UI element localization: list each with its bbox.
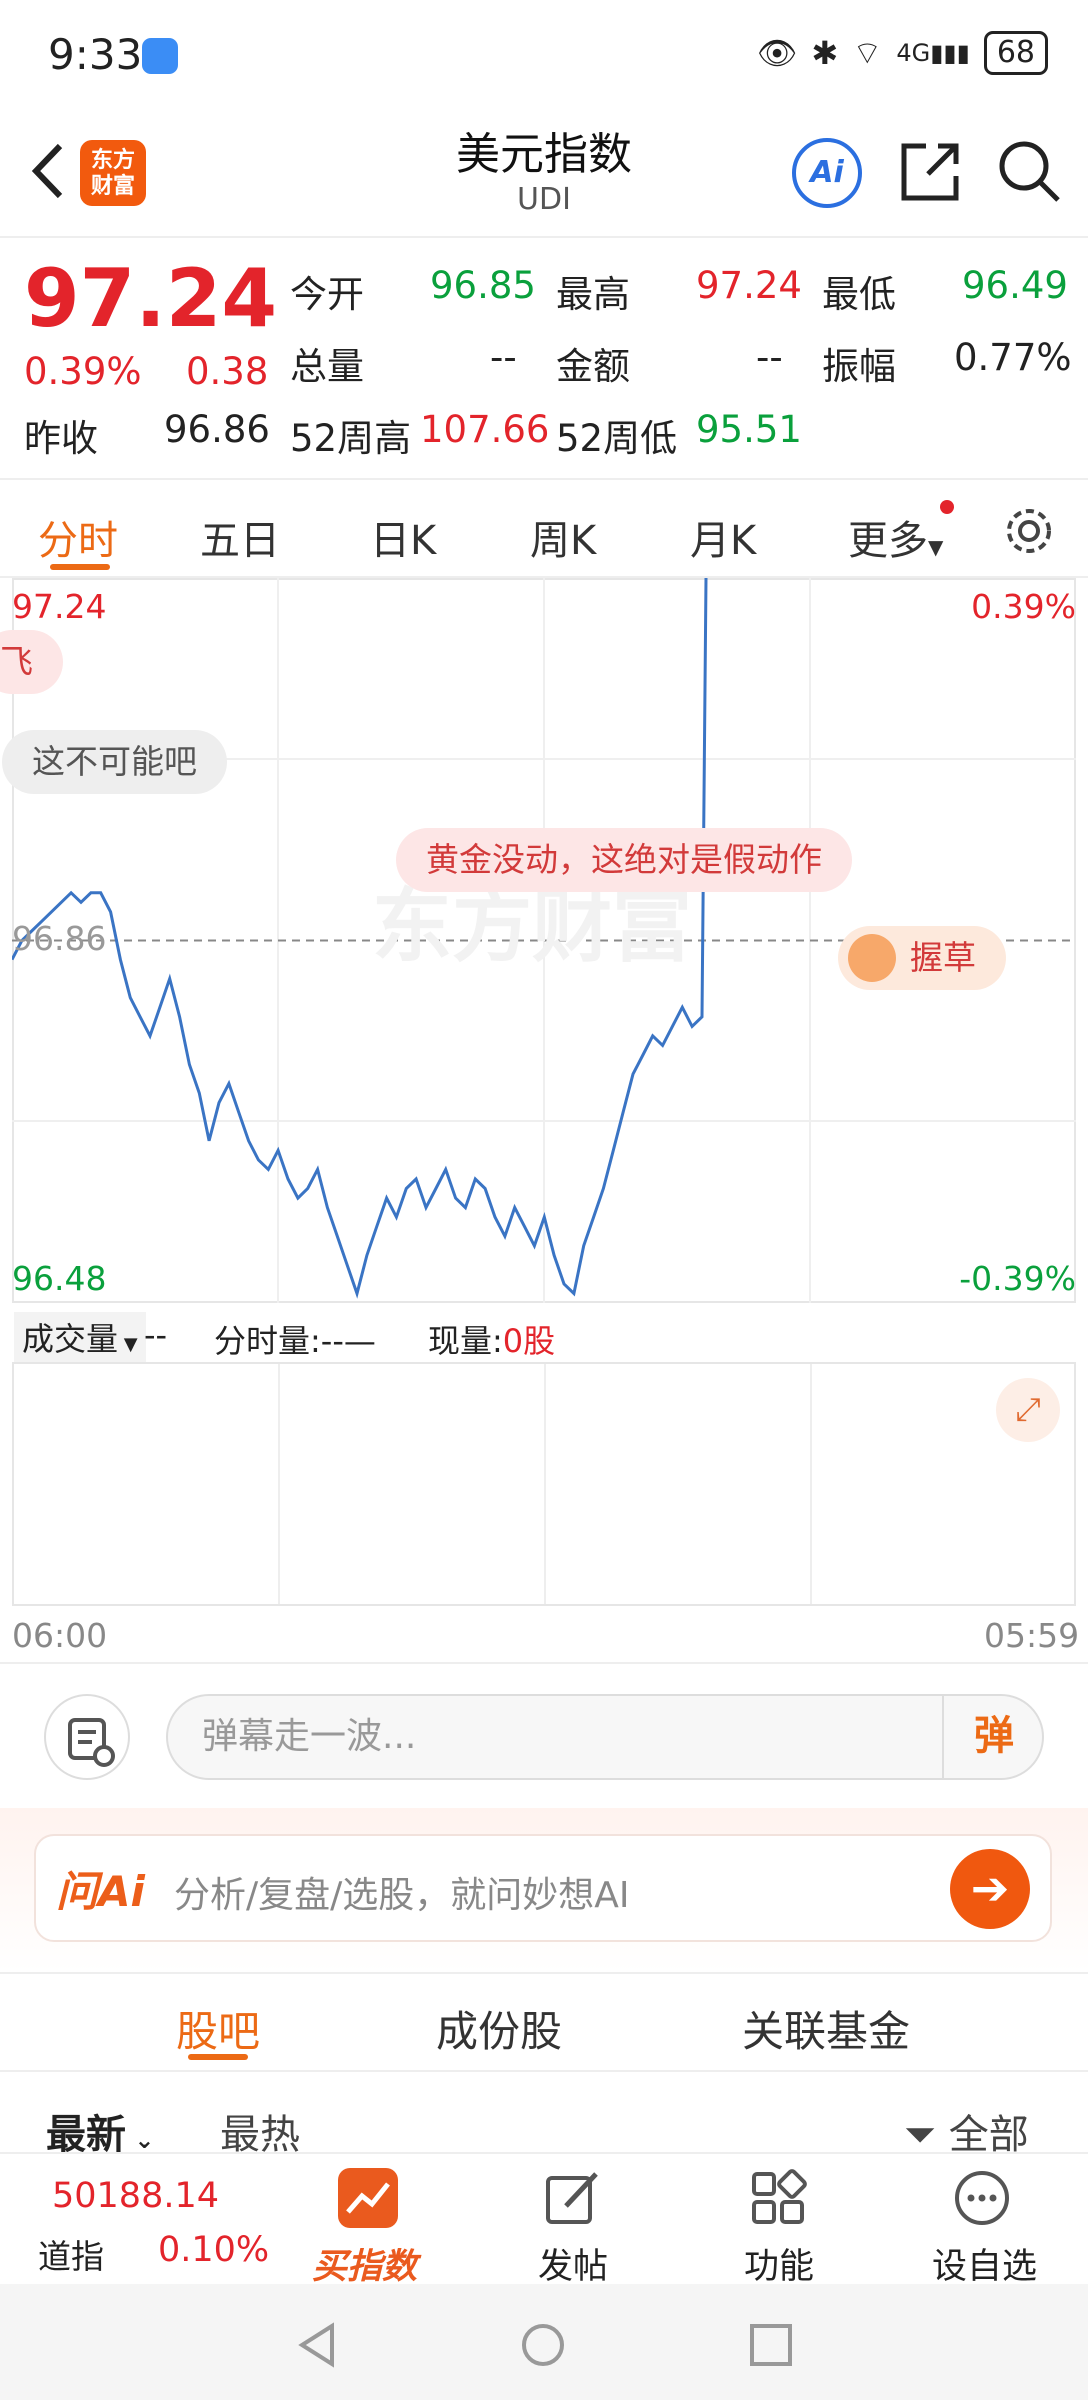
y-mid-label: 96.86 [12,919,106,958]
system-nav-bar [0,2284,1088,2400]
tab-related-funds[interactable]: 关联基金 [742,1998,910,2059]
bottom-nav: 50188.14 道指 0.10% 买指数 发帖 功能 设自选 [0,2152,1088,2287]
nav-recents-icon[interactable] [748,2322,794,2368]
edit-icon[interactable] [542,2168,602,2228]
tab-more[interactable]: 更多▼ [848,508,943,566]
notification-dot [940,500,954,514]
nav-back-icon[interactable] [294,2322,340,2368]
index-change[interactable]: 0.10% [158,2230,269,2270]
y-top-label: 97.24 [12,587,106,626]
high-label: 最高 [556,273,630,316]
prev-close-label: 昨收 [24,417,98,460]
current-volume: 现量:0股 [428,1322,556,1360]
w52-high-label: 52周高 [290,417,412,460]
ai-button[interactable]: Ai [792,138,862,208]
tab-weekly-k[interactable]: 周K [530,508,596,566]
w52-low-label: 52周低 [556,417,678,460]
indicator-select[interactable]: 成交量 ▼ [14,1312,146,1362]
open-label: 今开 [290,273,364,316]
trend-icon[interactable] [338,2168,398,2228]
share-icon[interactable] [898,140,962,204]
arrow-right-icon[interactable]: ➔ [950,1849,1030,1929]
tab-guba[interactable]: 股吧 [176,1998,260,2059]
dropdown-icon: ▼ [928,535,944,559]
tab-intraday[interactable]: 分时 [38,508,118,566]
tab-constituents[interactable]: 成份股 [436,1998,562,2059]
more-icon[interactable] [952,2168,1012,2228]
w52-low-value: 95.51 [696,408,802,451]
app-notification-icon [142,38,178,74]
chevron-down-icon: ⌄ [126,2126,155,2154]
dropdown-icon: ▼ [118,1334,138,1355]
status-bar: 9:33 👁 ✱ ⌔ 4G▮▮▮ 68 [0,0,1088,110]
x-start-label: 06:00 [12,1616,108,1655]
danmu-send-button[interactable]: 弹 [942,1694,1044,1780]
amount-label: 金额 [556,345,630,388]
status-time: 9:33 [48,30,143,79]
signal-icon: 4G▮▮▮ [896,39,970,67]
ai-logo: 问Ai [56,1867,145,1916]
community-tabs: 股吧 成份股 关联基金 [0,1972,1088,2072]
eye-icon: 👁 [756,34,798,72]
volume-value: -- [490,336,517,379]
prev-close-value: 96.86 [164,408,270,451]
danmu-input[interactable]: 弹幕走一波... [166,1694,1044,1780]
tick-volume: 分时量:--— [214,1322,376,1360]
amplitude-label: 振幅 [822,345,896,388]
open-value: 96.85 [430,264,536,307]
comment-list-icon[interactable] [44,1694,130,1780]
nav-buy-index[interactable]: 买指数 [312,2238,417,2289]
mascot-avatar [848,934,896,982]
battery-icon: 68 [983,31,1048,75]
nav-functions[interactable]: 功能 [744,2238,814,2289]
search-icon[interactable] [996,138,1062,204]
index-name[interactable]: 道指 [38,2230,104,2278]
ai-search-placeholder[interactable]: 分析/复盘/选股，就问妙想AI [174,1866,630,1918]
filter-row: 最新 ⌄ 最热 ⏷ 全部 [0,2078,1088,2158]
last-price: 97.24 [24,252,278,345]
bluetooth-icon: ✱ [811,34,839,72]
volume-label: 总量 [290,345,364,388]
index-value[interactable]: 50188.14 [52,2176,219,2216]
wifi-icon: ⌔ [852,34,883,72]
pct-top-label: 0.39% [971,587,1076,626]
danmu-bubble: 握草 [838,926,1006,990]
tab-daily-k[interactable]: 日K [370,508,436,566]
change-pct: 0.39% [24,350,142,393]
pct-bottom-label: -0.39% [959,1259,1076,1298]
w52-high-value: 107.66 [420,408,550,451]
low-label: 最低 [822,273,896,316]
nav-home-icon[interactable] [520,2322,566,2368]
status-icons: 👁 ✱ ⌔ 4G▮▮▮ 68 [757,28,1048,78]
danmu-bubble: 这不可能吧 [2,730,227,794]
x-end-label: 05:59 [984,1616,1080,1655]
amount-value: -- [756,336,783,379]
change-value: 0.38 [186,350,269,393]
high-value: 97.24 [696,264,802,307]
tab-five-day[interactable]: 五日 [200,508,280,566]
tab-active-indicator [188,2054,248,2060]
watermark: 东方财富 [372,880,692,973]
volume-dash: -- [144,1316,168,1354]
chart-tabs: 分时 五日 日K 周K 月K 更多▼ [0,478,1088,578]
nav-post[interactable]: 发帖 [538,2238,608,2289]
nav-add-watchlist[interactable]: 设自选 [932,2238,1037,2289]
y-bottom-label: 96.48 [12,1259,106,1298]
amplitude-value: 0.77% [954,336,1072,379]
tab-active-indicator [50,564,110,570]
gear-icon[interactable] [1002,504,1056,558]
tab-monthly-k[interactable]: 月K [690,508,756,566]
volume-chart: ⤢ [12,1362,1076,1606]
low-value: 96.49 [962,264,1068,307]
apps-icon[interactable] [748,2168,808,2228]
danmu-bubble: 黄金没动，这绝对是假动作 [396,828,852,892]
expand-icon[interactable]: ⤢ [996,1378,1060,1442]
danmu-bubble: 飞 [0,630,63,694]
